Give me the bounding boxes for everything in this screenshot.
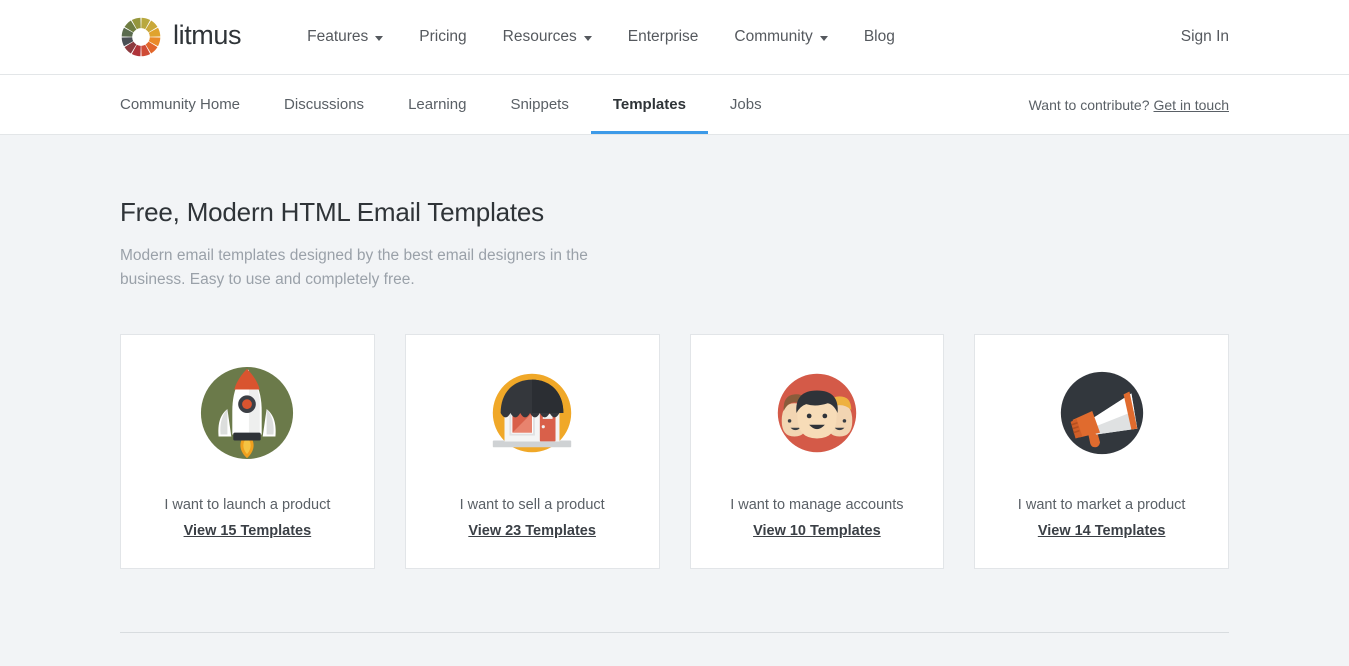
category-card-launch[interactable]: I want to launch a product View 15 Templ… xyxy=(120,334,375,569)
nav-label: Pricing xyxy=(419,28,466,46)
brand-name: litmus xyxy=(173,22,241,52)
subnav-list: Community Home Discussions Learning Snip… xyxy=(120,75,784,134)
subnav-item-snippets[interactable]: Snippets xyxy=(488,75,590,134)
nav-label: Enterprise xyxy=(628,28,699,46)
sign-in-link[interactable]: Sign In xyxy=(1181,28,1229,46)
subnav-item-discussions[interactable]: Discussions xyxy=(262,75,386,134)
view-templates-link[interactable]: View 14 Templates xyxy=(1038,523,1166,539)
nav-item-pricing[interactable]: Pricing xyxy=(401,28,484,46)
section-divider xyxy=(120,632,1229,633)
people-faces-icon xyxy=(768,335,866,467)
nav-item-enterprise[interactable]: Enterprise xyxy=(610,28,717,46)
rocket-icon xyxy=(198,335,296,467)
community-subnav: Community Home Discussions Learning Snip… xyxy=(0,75,1349,135)
chevron-down-icon xyxy=(584,36,592,41)
main-content: Free, Modern HTML Email Templates Modern… xyxy=(0,135,1349,633)
view-templates-link[interactable]: View 10 Templates xyxy=(753,523,881,539)
category-card-market[interactable]: I want to market a product View 14 Templ… xyxy=(974,334,1229,569)
primary-navigation: Features Pricing Resources Enterprise Co… xyxy=(289,28,913,46)
page-subtitle: Modern email templates designed by the b… xyxy=(120,244,620,292)
subnav-item-learning[interactable]: Learning xyxy=(386,75,488,134)
subnav-item-community-home[interactable]: Community Home xyxy=(120,75,262,134)
get-in-touch-link[interactable]: Get in touch xyxy=(1154,97,1230,113)
view-templates-link[interactable]: View 23 Templates xyxy=(468,523,596,539)
card-label: I want to manage accounts xyxy=(730,497,903,513)
nav-label: Resources xyxy=(503,28,577,46)
subnav-item-jobs[interactable]: Jobs xyxy=(708,75,784,134)
nav-item-resources[interactable]: Resources xyxy=(485,28,610,46)
color-wheel-icon xyxy=(120,16,162,58)
chevron-down-icon xyxy=(375,36,383,41)
view-templates-link[interactable]: View 15 Templates xyxy=(184,523,312,539)
storefront-icon xyxy=(483,335,581,467)
brand-logo[interactable]: litmus xyxy=(120,16,241,58)
subnav-item-templates[interactable]: Templates xyxy=(591,75,708,134)
card-label: I want to sell a product xyxy=(460,497,605,513)
nav-item-features[interactable]: Features xyxy=(289,28,401,46)
megaphone-icon xyxy=(1053,335,1151,467)
card-label: I want to market a product xyxy=(1018,497,1186,513)
contribute-text: Want to contribute? xyxy=(1029,97,1150,113)
card-label: I want to launch a product xyxy=(164,497,330,513)
nav-label: Features xyxy=(307,28,368,46)
chevron-down-icon xyxy=(820,36,828,41)
nav-item-blog[interactable]: Blog xyxy=(846,28,913,46)
category-card-accounts[interactable]: I want to manage accounts View 10 Templa… xyxy=(690,334,945,569)
contribute-prompt: Want to contribute? Get in touch xyxy=(1029,75,1229,134)
template-category-cards: I want to launch a product View 15 Templ… xyxy=(120,334,1229,569)
nav-item-community[interactable]: Community xyxy=(716,28,845,46)
page-title: Free, Modern HTML Email Templates xyxy=(120,135,1229,228)
main-header: litmus Features Pricing Resources Enterp… xyxy=(0,0,1349,75)
category-card-sell[interactable]: I want to sell a product View 23 Templat… xyxy=(405,334,660,569)
nav-label: Community xyxy=(734,28,812,46)
nav-label: Blog xyxy=(864,28,895,46)
